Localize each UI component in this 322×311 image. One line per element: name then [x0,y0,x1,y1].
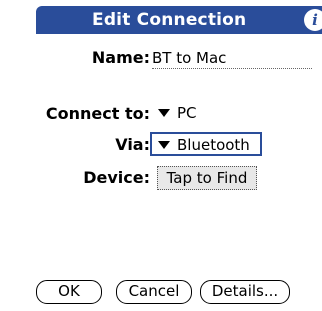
connect-to-value: PC [177,104,197,122]
dropdown-arrow-icon [158,109,170,117]
via-value: Bluetooth [177,136,250,154]
cancel-button[interactable]: Cancel [116,280,192,304]
name-label: Name: [91,48,150,67]
ok-button[interactable]: OK [36,280,102,304]
connect-to-picker[interactable]: PC [158,104,197,122]
title-bar: Edit Connection i [0,6,322,34]
connect-to-label: Connect to: [45,104,150,123]
details-button[interactable]: Details... [200,280,290,304]
tap-to-find-button[interactable]: Tap to Find [157,166,257,190]
page-title: Edit Connection [92,10,247,30]
via-label: Via: [115,135,150,154]
device-label: Device: [83,168,150,187]
info-icon[interactable]: i [304,9,322,31]
via-picker-content[interactable]: Bluetooth [158,136,250,154]
name-field[interactable]: BT to Mac [152,48,312,69]
dropdown-arrow-icon [158,141,170,149]
